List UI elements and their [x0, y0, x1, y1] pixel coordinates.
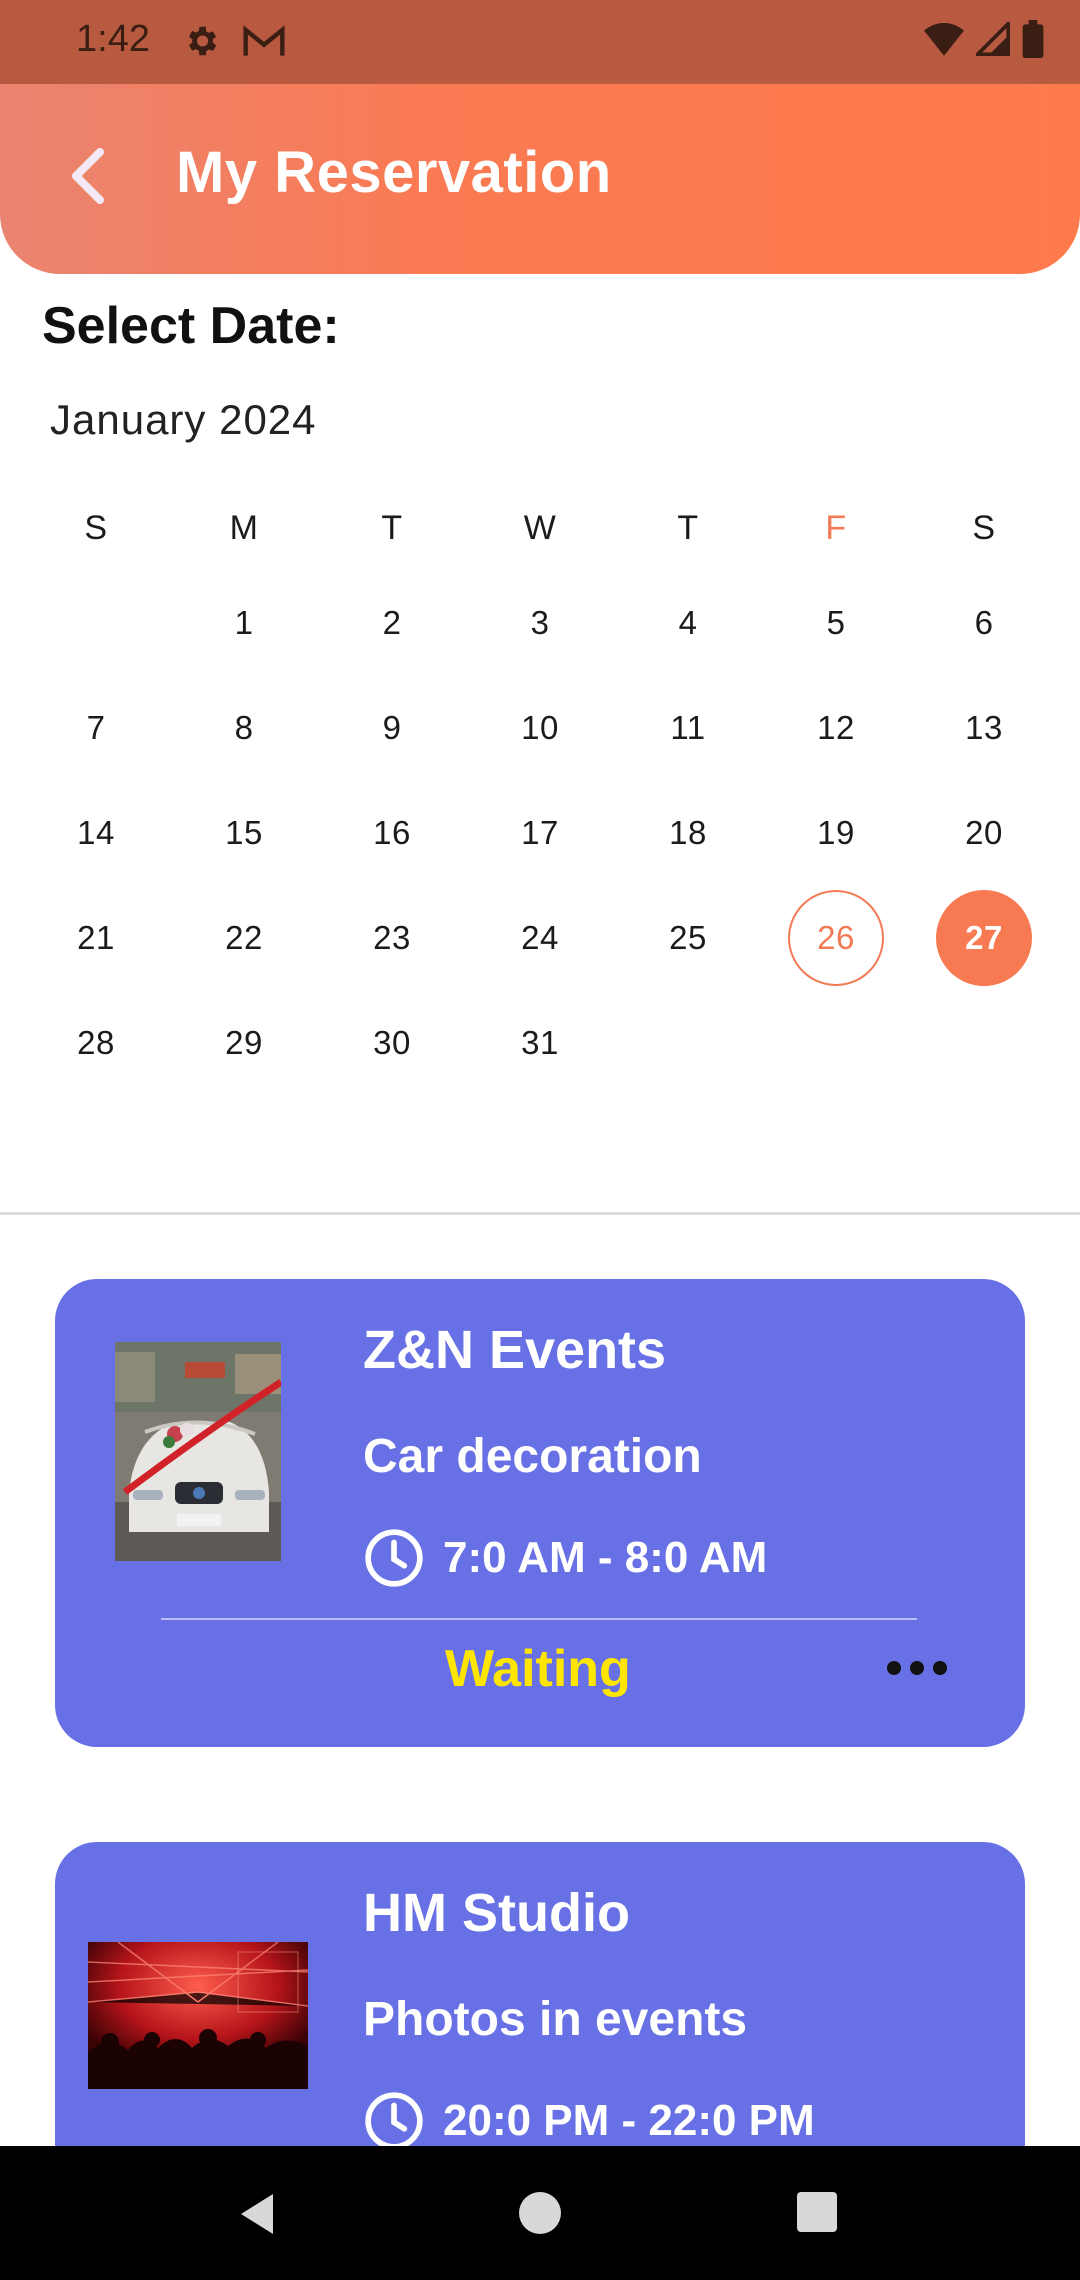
calendar-day[interactable]: 24	[492, 890, 588, 986]
weekday-label: M	[229, 508, 259, 547]
calendar-day[interactable]: 20	[936, 785, 1032, 881]
gmail-icon	[242, 24, 286, 63]
section-divider	[0, 1212, 1080, 1215]
service-name: Car decoration	[363, 1430, 702, 1483]
calendar-day-today[interactable]: 26	[788, 890, 884, 986]
back-nav-icon[interactable]	[236, 2192, 278, 2241]
calendar-day[interactable]: 11	[640, 680, 736, 776]
card-divider	[161, 1618, 917, 1620]
status-bar: 1:42	[0, 0, 1080, 84]
calendar-day[interactable]: 7	[48, 680, 144, 776]
reservation-card[interactable]: Z&N Events Car decoration 7:0 AM - 8:0 A…	[55, 1279, 1025, 1747]
calendar-week-row: 123456	[0, 575, 1080, 675]
service-name: Photos in events	[363, 1993, 748, 2046]
back-button[interactable]	[60, 144, 116, 208]
calendar-day[interactable]: 21	[48, 890, 144, 986]
calendar-week-row: 7 8 9 10 11 12 13	[0, 680, 1080, 780]
provider-name: HM Studio	[363, 1883, 630, 1943]
home-nav-icon[interactable]	[519, 2192, 561, 2234]
car-decoration-photo	[115, 1342, 281, 1561]
calendar-day[interactable]: 25	[640, 890, 736, 986]
calendar-day-selected[interactable]: 27	[936, 890, 1032, 986]
calendar-week-row: 21 22 23 24 25 26 27	[0, 890, 1080, 990]
status-badge: Waiting	[445, 1640, 631, 1698]
weekday-label: T	[381, 508, 403, 547]
calendar-day[interactable]: 9	[344, 680, 440, 776]
calendar-day[interactable]: 16	[344, 785, 440, 881]
chevron-left-icon	[72, 148, 104, 204]
weekday-label: S	[972, 508, 996, 547]
reservation-time: 7:0 AM - 8:0 AM	[443, 1533, 768, 1582]
weekday-header-row: SMTWTFS	[0, 480, 1080, 580]
calendar-day[interactable]: 10	[492, 680, 588, 776]
calendar-day[interactable]: 2	[344, 575, 440, 671]
calendar-day[interactable]: 1	[196, 575, 292, 671]
weekday-label: S	[84, 508, 108, 547]
provider-name: Z&N Events	[363, 1320, 667, 1380]
calendar-day[interactable]: 28	[48, 995, 144, 1091]
reservation-time: 20:0 PM - 22:0 PM	[443, 2096, 815, 2145]
calendar-day[interactable]: 3	[492, 575, 588, 671]
status-right-icons	[924, 19, 1044, 63]
calendar-day[interactable]: 17	[492, 785, 588, 881]
calendar-day[interactable]: 6	[936, 575, 1032, 671]
calendar-month-label: January 2024	[50, 396, 317, 443]
calendar-day[interactable]: 30	[344, 995, 440, 1091]
page-title: My Reservation	[176, 140, 612, 205]
calendar-day[interactable]: 14	[48, 785, 144, 881]
select-date-label: Select Date:	[42, 297, 340, 355]
calendar-week-row: 14 15 16 17 18 19 20	[0, 785, 1080, 885]
wifi-icon	[924, 22, 964, 61]
calendar-day[interactable]: 22	[196, 890, 292, 986]
clock-icon	[365, 2092, 423, 2150]
calendar-day[interactable]: 8	[196, 680, 292, 776]
weekday-label: T	[677, 508, 699, 547]
calendar-day[interactable]: 5	[788, 575, 884, 671]
signal-icon	[973, 19, 1011, 61]
screen: 1:42 My Reservation Select Date: January…	[0, 0, 1080, 2280]
calendar-day[interactable]: 29	[196, 995, 292, 1091]
calendar-day[interactable]: 15	[196, 785, 292, 881]
calendar-day[interactable]: 13	[936, 680, 1032, 776]
status-time: 1:42	[76, 18, 150, 60]
time-row: 20:0 PM - 22:0 PM	[363, 2090, 815, 2152]
more-horizontal-icon[interactable]	[887, 1653, 947, 1683]
calendar-day[interactable]: 4	[640, 575, 736, 671]
calendar-day[interactable]: 23	[344, 890, 440, 986]
calendar-day[interactable]: 19	[788, 785, 884, 881]
time-row: 7:0 AM - 8:0 AM	[363, 1527, 767, 1589]
weekday-label: W	[523, 508, 557, 547]
gear-icon	[182, 22, 220, 65]
battery-icon	[1022, 20, 1044, 63]
system-nav-bar	[0, 2146, 1080, 2280]
calendar-week-row: 28 29 30 31	[0, 995, 1080, 1095]
weekday-label: F	[825, 508, 847, 547]
app-header: My Reservation	[0, 84, 1080, 274]
calendar-day[interactable]: 12	[788, 680, 884, 776]
calendar-day[interactable]: 31	[492, 995, 588, 1091]
recents-nav-icon[interactable]	[797, 2192, 837, 2232]
status-left-icons	[182, 22, 286, 65]
concert-photo	[88, 1942, 308, 2089]
clock-icon	[365, 1529, 423, 1587]
calendar-day[interactable]: 18	[640, 785, 736, 881]
